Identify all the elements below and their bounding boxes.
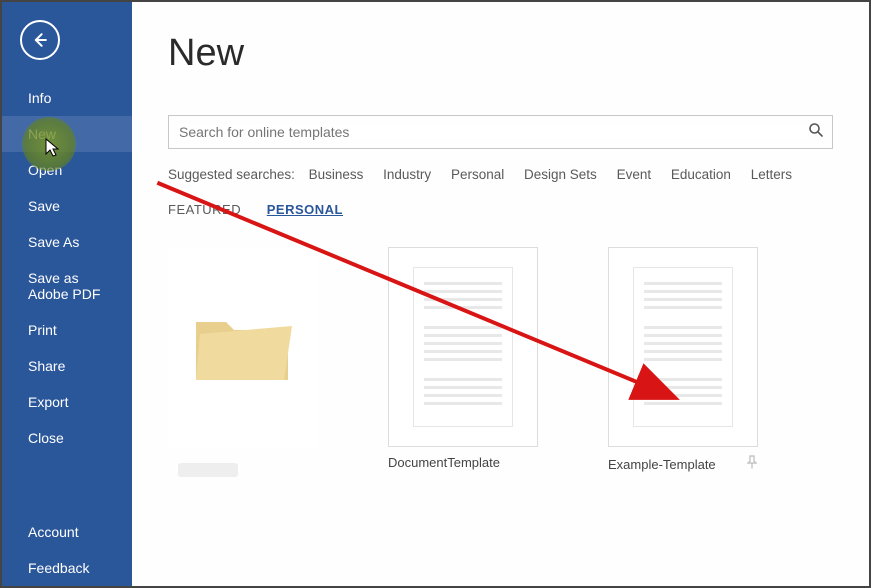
suggested-link-education[interactable]: Education	[671, 167, 731, 182]
doc-preview-icon	[413, 267, 513, 427]
document-thumbnail	[608, 247, 758, 447]
sidebar-item-save-as-adobe-pdf[interactable]: Save as Adobe PDF	[2, 260, 132, 312]
page-title: New	[168, 32, 833, 75]
suggested-link-design-sets[interactable]: Design Sets	[524, 167, 597, 182]
sidebar-item-open[interactable]: Open	[2, 152, 132, 188]
suggested-link-business[interactable]: Business	[309, 167, 364, 182]
folder-icon	[188, 302, 298, 392]
pin-icon[interactable]	[746, 455, 758, 473]
sidebar-item-close[interactable]: Close	[2, 420, 132, 456]
sidebar-item-feedback[interactable]: Feedback	[2, 550, 132, 586]
sidebar-item-save[interactable]: Save	[2, 188, 132, 224]
folder-shadow	[178, 463, 238, 477]
tab-personal[interactable]: PERSONAL	[267, 202, 343, 217]
template-tabs: FEATURED PERSONAL	[168, 202, 833, 217]
sidebar-item-save-as[interactable]: Save As	[2, 224, 132, 260]
doc-preview-icon	[633, 267, 733, 427]
template-tile-example-template[interactable]: Example-Template	[608, 247, 758, 473]
sidebar-item-print[interactable]: Print	[2, 312, 132, 348]
search-row	[168, 115, 833, 149]
back-arrow-icon	[30, 30, 50, 50]
search-icon[interactable]	[808, 122, 824, 143]
suggested-label: Suggested searches:	[168, 167, 295, 182]
suggested-link-event[interactable]: Event	[617, 167, 652, 182]
suggested-link-letters[interactable]: Letters	[751, 167, 792, 182]
back-button[interactable]	[20, 20, 60, 60]
sidebar-item-share[interactable]: Share	[2, 348, 132, 384]
tab-featured[interactable]: FEATURED	[168, 202, 241, 217]
sidebar-item-new[interactable]: New	[2, 116, 132, 152]
tile-label: Example-Template	[608, 455, 758, 473]
sidebar-item-export[interactable]: Export	[2, 384, 132, 420]
sidebar: Info New Open Save Save As Save as Adobe…	[2, 2, 132, 586]
template-tile-documenttemplate[interactable]: DocumentTemplate	[388, 247, 538, 470]
template-gallery: DocumentTemplate Example-Template	[168, 247, 833, 473]
tile-label: DocumentTemplate	[388, 455, 538, 470]
suggested-link-industry[interactable]: Industry	[383, 167, 431, 182]
main-panel: New Suggested searches: Business Industr…	[132, 2, 869, 586]
folder-thumbnail	[168, 247, 318, 447]
suggested-searches: Suggested searches: Business Industry Pe…	[168, 167, 833, 182]
template-tile-folder[interactable]	[168, 247, 318, 455]
sidebar-item-info[interactable]: Info	[2, 80, 132, 116]
search-input[interactable]	[179, 124, 808, 140]
suggested-link-personal[interactable]: Personal	[451, 167, 504, 182]
document-thumbnail	[388, 247, 538, 447]
backstage-window: Info New Open Save Save As Save as Adobe…	[0, 0, 871, 588]
sidebar-item-account[interactable]: Account	[2, 514, 132, 550]
